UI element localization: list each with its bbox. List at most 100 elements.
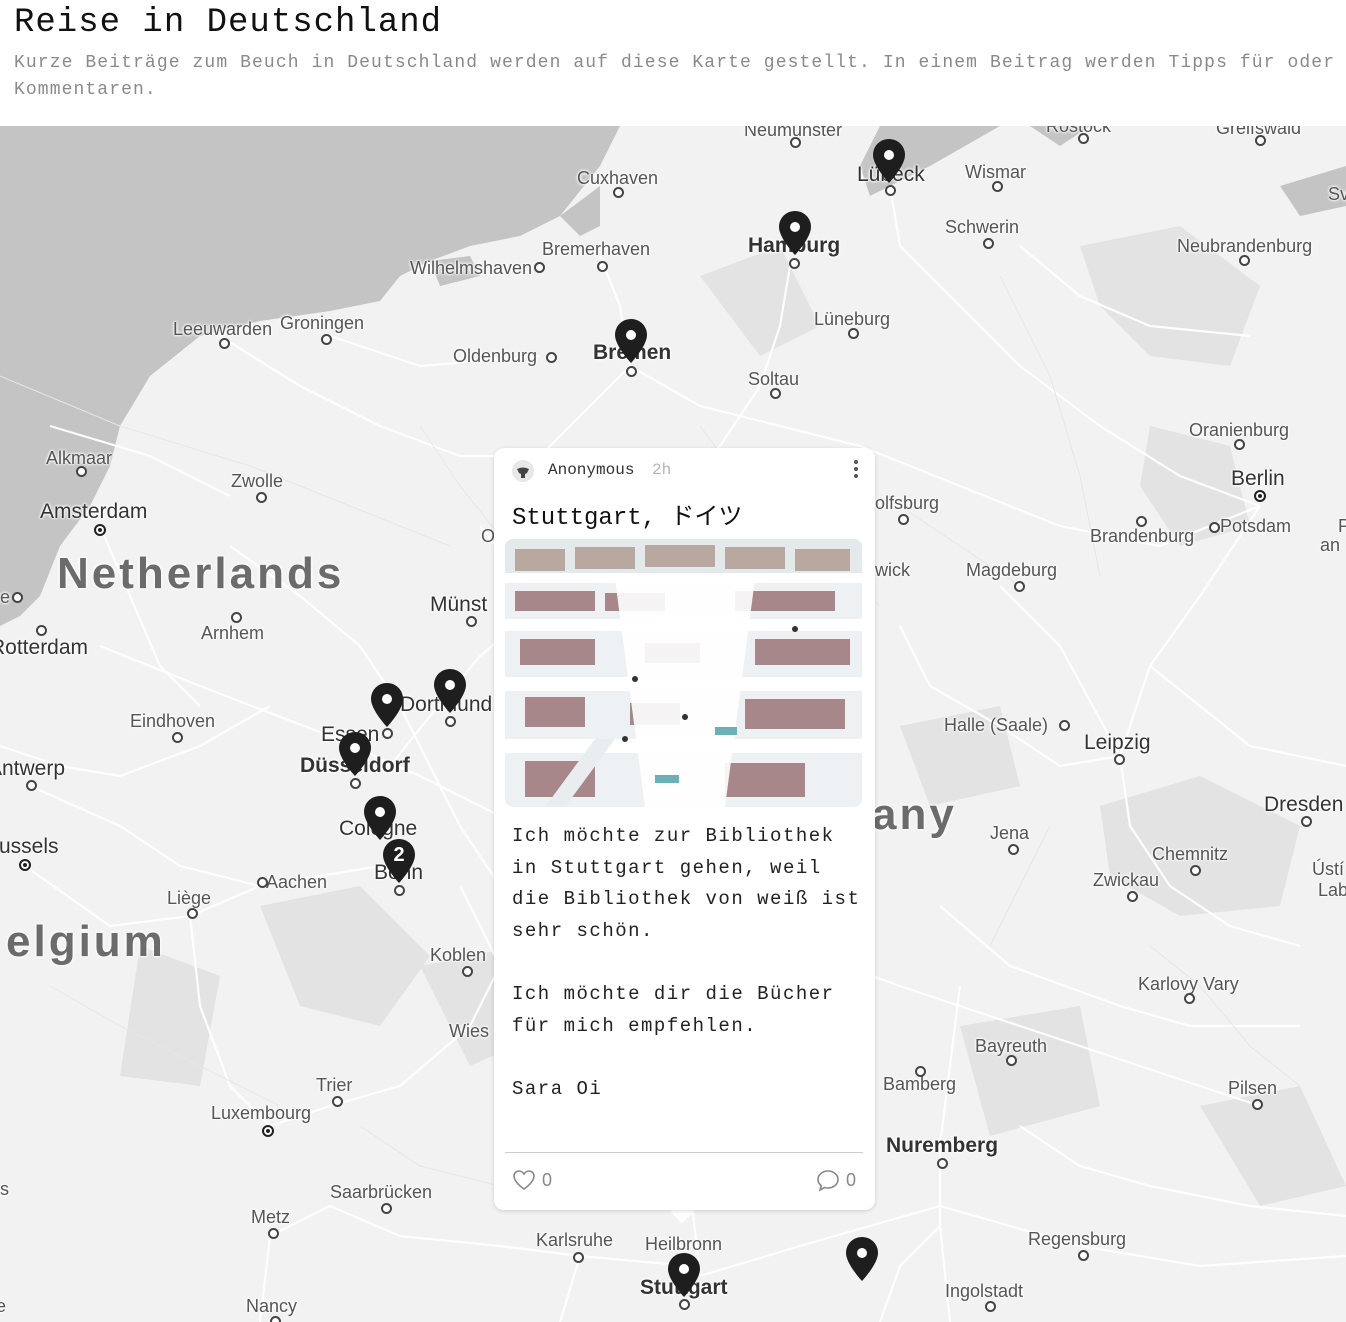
place-leeuwarden: Leeuwarden [173, 319, 273, 339]
map-pin-icon [371, 683, 403, 727]
place-pilsen: Pilsen [1228, 1078, 1278, 1098]
city-dot [1209, 522, 1220, 533]
country-germany: any [872, 790, 957, 839]
place-oldenburg: Oldenburg [453, 346, 538, 366]
place-luneburg: Lüneburg [814, 309, 891, 329]
city-dot [381, 1203, 392, 1214]
map-pin-hamburg[interactable] [778, 210, 812, 256]
place-magdeburg: Magdeburg [966, 560, 1058, 580]
city-dot [1114, 754, 1125, 765]
map-pin-stuttgart[interactable] [667, 1252, 701, 1298]
post-popup-card[interactable]: Anonymous 2h Stuttgart, ドイツ Ich möchte z… [494, 448, 875, 1210]
place-neubrandenburg: Neubrandenburg [1177, 236, 1313, 256]
post-image[interactable] [505, 539, 862, 807]
place-leipzig: Leipzig [1084, 731, 1151, 754]
place-osnabruck: O [481, 526, 496, 546]
place-brandenburg: Brandenburg [1090, 526, 1195, 546]
city-dot [172, 732, 183, 743]
place-nuremberg: Nuremberg [886, 1134, 999, 1157]
place-braunschweig: wick [875, 560, 910, 580]
city-dot [1127, 891, 1138, 902]
place-bremerhaven: Bremerhaven [542, 239, 651, 259]
map-pin-icon [339, 732, 371, 776]
comment-button[interactable]: 0 [816, 1168, 856, 1192]
page-title: Reise in Deutschland [14, 4, 443, 42]
city-dot [915, 1066, 926, 1077]
place-metz: Metz [251, 1207, 291, 1227]
place-liege: Liège [167, 888, 212, 908]
city-dot [573, 1252, 584, 1263]
map-pin-icon [779, 211, 811, 255]
place-an: an [1320, 535, 1341, 555]
city-dot [626, 366, 637, 377]
map-pin-cluster-bonn[interactable]: 2 [382, 838, 416, 884]
map-pin-lubeck[interactable] [872, 138, 906, 184]
place-wiesbaden: Wies [449, 1021, 489, 1041]
page-header: Reise in Deutschland Kurze Beiträge zum … [0, 0, 1346, 126]
place-antwerp: Antwerp [0, 757, 66, 780]
city-dot [257, 877, 268, 888]
city-dot [1255, 135, 1266, 146]
place-dresden: Dresden [1264, 793, 1344, 816]
city-dot [985, 1301, 996, 1312]
place-eindhoven: Eindhoven [130, 711, 216, 731]
card-divider [505, 1152, 863, 1153]
map-pin-dortmund[interactable] [433, 668, 467, 714]
capital-dot [19, 859, 31, 871]
like-button[interactable]: 0 [512, 1168, 552, 1192]
place-e-left: e [0, 1296, 7, 1316]
city-dot [76, 466, 87, 477]
city-dot [1136, 516, 1147, 527]
city-dot [231, 612, 242, 623]
city-dot [466, 616, 477, 627]
map-pin-icon [873, 139, 905, 183]
like-count: 0 [542, 1169, 553, 1190]
place-luxembourg: Luxembourg [211, 1103, 312, 1123]
place-pl: P [1338, 516, 1346, 536]
place-zwickau: Zwickau [1093, 870, 1160, 890]
city-dot [219, 338, 230, 349]
city-dot [382, 728, 393, 739]
city-dot [26, 780, 37, 791]
post-author[interactable]: Anonymous [548, 461, 634, 479]
city-dot [462, 966, 473, 977]
capital-dot [1254, 490, 1266, 502]
place-jena: Jena [990, 823, 1030, 843]
place-koblenz: Koblen [430, 945, 487, 965]
post-title: Stuttgart, ドイツ [512, 505, 743, 532]
city-dot [270, 1316, 281, 1322]
place-usti: Ústí [1312, 859, 1345, 879]
more-vertical-icon[interactable] [852, 460, 860, 480]
city-dot [790, 137, 801, 148]
city-dot [1252, 1099, 1263, 1110]
city-dot [992, 181, 1003, 192]
place-halle: Halle (Saale) [944, 715, 1049, 735]
place-s-left: s [0, 1179, 9, 1199]
map-pin-essen[interactable] [370, 682, 404, 728]
city-dot [1078, 133, 1089, 144]
city-dot [1190, 865, 1201, 876]
place-hague: e [0, 587, 11, 607]
city-dot [1014, 581, 1025, 592]
map-pin-east[interactable] [845, 1236, 879, 1282]
map-pin-icon [364, 796, 396, 840]
heart-icon [513, 1170, 535, 1190]
capital-dot [262, 1125, 274, 1137]
city-dot [770, 388, 781, 399]
library-photo [505, 539, 862, 807]
city-dot [848, 328, 859, 339]
map-pin-bremen[interactable] [614, 318, 648, 364]
map-pin-dusseldorf[interactable] [338, 731, 372, 777]
post-body: Ich möchte zur Bibliothek in Stuttgart g… [512, 825, 861, 1100]
place-schwerin: Schwerin [945, 217, 1020, 237]
country-netherlands: Netherlands [57, 549, 345, 598]
city-dot [332, 1096, 343, 1107]
place-brussels: russels [0, 835, 59, 858]
city-dot [187, 908, 198, 919]
city-dot [534, 262, 545, 273]
post-time: 2h [652, 461, 672, 479]
city-dot [1059, 720, 1070, 731]
city-dot [36, 625, 47, 636]
place-rotterdam: Rotterdam [0, 636, 89, 659]
map-pin-cologne[interactable] [363, 795, 397, 841]
